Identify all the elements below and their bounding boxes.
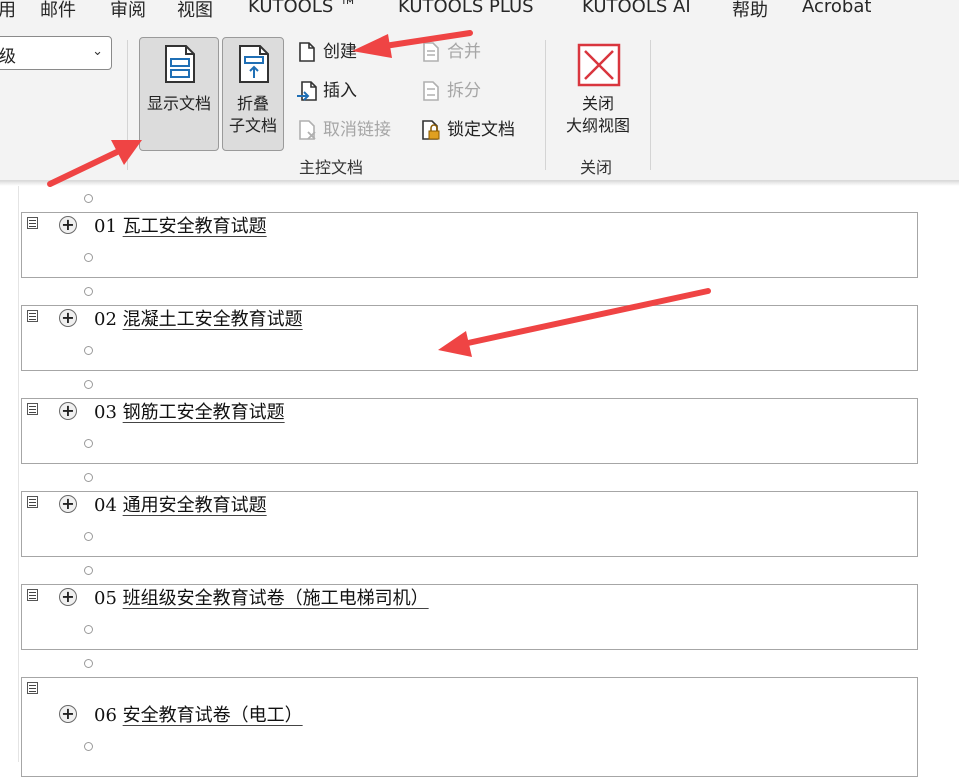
outline-bullet[interactable] — [84, 287, 93, 296]
subdocument-block: +06 安全教育试卷（电工） — [21, 677, 918, 777]
show-document-label: 显示文档 — [146, 94, 211, 113]
subdocument-heading[interactable]: 03 钢筋工安全教育试题 — [94, 398, 285, 424]
menu-item-kutools[interactable]: KUTOOLS ™ — [248, 0, 357, 17]
close-label-line1: 关闭 — [581, 94, 614, 113]
subdocument-heading[interactable]: 06 安全教育试卷（电工） — [94, 701, 303, 727]
menu-item-view[interactable]: 视图 — [177, 0, 213, 22]
lock-document-label: 锁定文档 — [447, 120, 515, 140]
outline-bullet[interactable] — [84, 659, 93, 668]
subdocument-heading[interactable]: 02 混凝土工安全教育试题 — [94, 305, 303, 331]
ribbon: 级 ⌄ 显示文档 折叠 子文档 创建 插入 取消链接 合并 拆分 锁定文档 主控… — [0, 22, 959, 182]
outline-level-value: 级 — [0, 47, 16, 67]
split-button[interactable]: 拆分 — [420, 78, 490, 104]
expand-plus-icon[interactable]: + — [59, 495, 77, 513]
collapse-label-line2: 子文档 — [228, 116, 277, 135]
heading-number: 05 — [94, 588, 117, 609]
subdocument-block: +05 班组级安全教育试卷（施工电梯司机） — [21, 584, 918, 650]
menu-item-mail[interactable]: 邮件 — [40, 0, 76, 22]
unlink-label: 取消链接 — [323, 120, 391, 140]
split-label: 拆分 — [447, 81, 481, 101]
expand-plus-icon[interactable]: + — [59, 402, 77, 420]
lock-document-icon — [422, 120, 440, 140]
heading-number: 06 — [94, 705, 117, 726]
heading-title: 钢筋工安全教育试题 — [122, 402, 285, 423]
heading-number: 01 — [94, 216, 117, 237]
group-separator — [545, 40, 546, 170]
outline-bullet[interactable] — [84, 439, 93, 448]
create-document-icon — [299, 42, 315, 62]
outline-bullet[interactable] — [84, 473, 93, 482]
close-icon — [577, 43, 621, 87]
collapse-subdocuments-button[interactable]: 折叠 子文档 — [222, 37, 284, 151]
subdocument-icon[interactable] — [27, 682, 38, 694]
close-group-label: 关闭 — [580, 158, 613, 177]
subdocument-icon[interactable] — [27, 403, 38, 415]
subdocument-block: +02 混凝土工安全教育试题 — [21, 305, 918, 371]
collapse-label-line1: 折叠 — [236, 94, 269, 113]
show-document-icon — [165, 45, 195, 83]
menu-item-help[interactable]: 帮助 — [732, 0, 768, 22]
expand-plus-icon[interactable]: + — [59, 216, 77, 234]
split-icon — [423, 81, 439, 101]
lock-document-button[interactable]: 锁定文档 — [420, 117, 525, 143]
heading-number: 03 — [94, 402, 117, 423]
merge-label: 合并 — [447, 42, 481, 62]
collapse-subdocument-icon — [239, 45, 269, 83]
expand-plus-icon[interactable]: + — [59, 309, 77, 327]
outline-bullet[interactable] — [84, 380, 93, 389]
merge-icon — [423, 42, 439, 62]
outline-bullet[interactable] — [84, 625, 93, 634]
subdocument-heading[interactable]: 05 班组级安全教育试卷（施工电梯司机） — [94, 584, 429, 610]
heading-title: 通用安全教育试题 — [122, 495, 267, 516]
outline-document: +01 瓦工安全教育试题 +02 混凝土工安全教育试题 +03 钢筋工安全教育试题 +… — [0, 186, 959, 777]
subdocument-heading[interactable]: 04 通用安全教育试题 — [94, 491, 267, 517]
menu-item-use[interactable]: 用 — [0, 0, 16, 22]
heading-title: 安全教育试卷（电工） — [122, 705, 303, 726]
menu-item-review[interactable]: 审阅 — [110, 0, 146, 22]
group-separator — [650, 40, 651, 170]
create-button[interactable]: 创建 — [296, 39, 366, 65]
heading-title: 混凝土工安全教育试题 — [122, 309, 303, 330]
outline-bullet[interactable] — [84, 532, 93, 541]
outline-bullet[interactable] — [84, 346, 93, 355]
outline-bullet[interactable] — [84, 194, 93, 203]
show-document-button[interactable]: 显示文档 — [139, 37, 219, 151]
document-margin-line — [18, 186, 19, 762]
subdocument-block: +04 通用安全教育试题 — [21, 491, 918, 557]
subdocument-icon[interactable] — [27, 589, 38, 601]
chevron-down-icon: ⌄ — [92, 44, 103, 59]
heading-title: 瓦工安全教育试题 — [122, 216, 267, 237]
subdocument-icon[interactable] — [27, 496, 38, 508]
unlink-icon — [299, 120, 316, 140]
close-label-line2: 大纲视图 — [565, 116, 630, 135]
outline-bullet[interactable] — [84, 253, 93, 262]
expand-plus-icon[interactable]: + — [59, 588, 77, 606]
master-document-group-label: 主控文档 — [299, 158, 364, 177]
menu-item-kutools-plus[interactable]: KUTOOLS PLUS — [398, 0, 534, 17]
subdocument-icon[interactable] — [27, 217, 38, 229]
subdocument-block: +01 瓦工安全教育试题 — [21, 212, 918, 278]
close-outline-view-button[interactable]: 关闭 大纲视图 — [556, 37, 640, 141]
subdocument-block: +03 钢筋工安全教育试题 — [21, 398, 918, 464]
heading-number: 04 — [94, 495, 117, 516]
subdocument-heading[interactable]: 01 瓦工安全教育试题 — [94, 212, 267, 238]
insert-subdocument-icon — [297, 81, 317, 101]
outline-bullet[interactable] — [84, 566, 93, 575]
unlink-button[interactable]: 取消链接 — [296, 117, 406, 143]
menu-bar: 用 邮件 审阅 视图 KUTOOLS ™ KUTOOLS PLUS KUTOOL… — [0, 0, 959, 22]
subdocument-icon[interactable] — [27, 310, 38, 322]
insert-button[interactable]: 插入 — [296, 78, 366, 104]
menu-item-kutools-ai[interactable]: KUTOOLS AI — [582, 0, 691, 17]
heading-title: 班组级安全教育试卷（施工电梯司机） — [122, 588, 429, 609]
merge-button[interactable]: 合并 — [420, 39, 490, 65]
outline-bullet[interactable] — [84, 742, 93, 751]
outline-level-select[interactable]: 级 ⌄ — [0, 36, 112, 70]
menu-item-acrobat[interactable]: Acrobat — [802, 0, 871, 17]
create-label: 创建 — [323, 42, 357, 62]
expand-plus-icon[interactable]: + — [59, 705, 77, 723]
group-separator — [127, 40, 128, 170]
heading-number: 02 — [94, 309, 117, 330]
insert-label: 插入 — [323, 81, 357, 101]
